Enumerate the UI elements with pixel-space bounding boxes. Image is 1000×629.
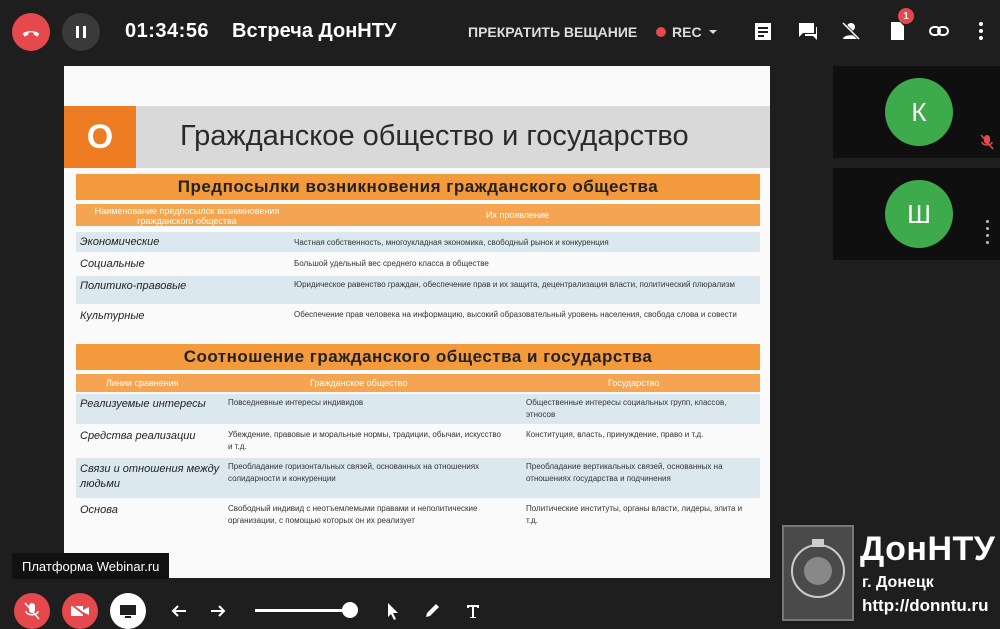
row-name: Связи и отношения между людьми: [80, 463, 220, 490]
pointer-icon: [388, 603, 398, 620]
more-icon: [979, 22, 983, 40]
row-text: Обеспечение прав человека на информацию,…: [294, 310, 737, 319]
arrow-right-icon: [211, 605, 226, 617]
row-name: Политико-правовые: [80, 280, 187, 292]
pause-button[interactable]: [62, 13, 100, 51]
chat-button[interactable]: [795, 18, 821, 44]
volume-slider-track[interactable]: [255, 609, 351, 612]
tile-scroll-indicator[interactable]: [986, 216, 990, 248]
pen-tool-button[interactable]: [421, 600, 443, 622]
section2-col2-label: Гражданское общество: [310, 378, 408, 388]
row-name: Экономические: [80, 236, 160, 248]
participants-button[interactable]: [838, 18, 864, 44]
link-icon: [929, 26, 949, 36]
notes-button[interactable]: [750, 18, 776, 44]
section2-heading: Соотношение гражданского общества и госу…: [76, 344, 760, 370]
section2-col1-label: Линии сравнения: [106, 378, 179, 388]
row-name: Культурные: [80, 310, 145, 322]
screen-share-icon: [120, 605, 136, 618]
row-state: Преобладание вертикальных связей, основа…: [526, 462, 723, 483]
rec-indicator: [656, 27, 666, 37]
participant-tile[interactable]: К: [833, 66, 1000, 158]
chevron-down-icon: [708, 30, 717, 34]
meeting-title: Встреча ДонНТУ: [232, 20, 397, 42]
logo-city: г. Донецк: [862, 574, 934, 591]
slide-letter-badge: O: [64, 106, 136, 168]
previous-slide-button[interactable]: [168, 600, 190, 622]
presentation-slide: O Гражданское общество и государство Пре…: [64, 66, 770, 578]
row-state: Конституция, власть, принуждение, право …: [526, 430, 704, 439]
section1-col1-label: Наименование предпосылок возникновения г…: [94, 206, 280, 226]
row-civil: Преобладание горизонтальных связей, осно…: [228, 462, 480, 483]
section2-col3-label: Государство: [608, 378, 660, 388]
table-row: Основа Свободный индивид с неотъемлемыми…: [76, 500, 760, 544]
row-text: Большой удельный вес среднего класса в о…: [294, 259, 489, 268]
logo-url: http://donntu.ru: [862, 596, 989, 615]
more-button[interactable]: [968, 18, 994, 44]
section1-column-header: Наименование предпосылок возникновения г…: [76, 204, 760, 226]
rec-dropdown[interactable]: REC: [656, 24, 718, 40]
university-seal-logo: [782, 525, 854, 621]
table-row: Социальные Большой удельный вес среднего…: [76, 254, 760, 274]
next-slide-button[interactable]: [207, 600, 229, 622]
pause-icon: [76, 26, 86, 38]
table-row: Политико-правовые Юридическое равенство …: [76, 276, 760, 304]
call-timer: 01:34:56: [125, 20, 210, 42]
camera-off-icon: [70, 603, 90, 619]
table-row: Средства реализации Убеждение, правовые …: [76, 426, 760, 456]
row-civil: Повседневные интересы индивидов: [228, 398, 364, 407]
text-tool-button[interactable]: [462, 600, 484, 622]
table-row: Реализуемые интересы Повседневные интере…: [76, 394, 760, 424]
avatar: К: [885, 78, 953, 146]
arrow-left-icon: [171, 605, 186, 617]
section2-column-header: Линии сравнения Гражданское общество Гос…: [76, 374, 760, 392]
chat-icon: [799, 23, 817, 40]
table-row: Экономические Частная собственность, мно…: [76, 232, 760, 252]
mic-off-icon: [980, 134, 994, 150]
row-name: Реализуемые интересы: [80, 398, 206, 410]
pointer-tool-button[interactable]: [382, 600, 404, 622]
row-civil: Убеждение, правовые и моральные нормы, т…: [228, 430, 501, 451]
logo-name: ДонНТУ: [860, 530, 996, 568]
mic-off-icon: [24, 602, 40, 620]
row-name: Социальные: [80, 258, 145, 270]
section1-heading: Предпосылки возникновения гражданского о…: [76, 174, 760, 200]
notes-icon: [755, 23, 771, 40]
row-text: Частная собственность, многоукладная эко…: [294, 238, 609, 247]
row-name: Средства реализации: [80, 430, 196, 442]
top-bar: 01:34:56 Встреча ДонНТУ ПРЕКРАТИТЬ ВЕЩАН…: [0, 0, 1000, 64]
row-civil: Свободный индивид с неотъемлемыми правам…: [228, 504, 478, 525]
participants-icon: [841, 21, 861, 41]
rec-label: REC: [672, 24, 702, 40]
pen-icon: [426, 604, 439, 617]
copy-link-button[interactable]: [926, 18, 952, 44]
text-icon: [467, 605, 479, 618]
avatar: Ш: [885, 180, 953, 248]
row-name: Основа: [80, 504, 118, 516]
platform-label: Платформа Webinar.ru: [12, 553, 170, 579]
stop-broadcast-button[interactable]: ПРЕКРАТИТЬ ВЕЩАНИЕ: [468, 24, 637, 40]
row-state: Общественные интересы социальных групп, …: [526, 398, 727, 419]
end-call-button[interactable]: [12, 13, 50, 51]
row-text: Юридическое равенство граждан, обеспечен…: [294, 280, 735, 289]
volume-slider-handle[interactable]: [342, 602, 358, 618]
phone-end-icon: [22, 31, 40, 37]
table-row: Связи и отношения между людьми Преоблада…: [76, 458, 760, 498]
section1-col2-label: Их проявление: [486, 210, 550, 220]
notification-badge: 1: [898, 8, 914, 24]
table-row: Культурные Обеспечение прав человека на …: [76, 306, 760, 334]
slide-title: Гражданское общество и государство: [180, 120, 689, 152]
participant-tile[interactable]: Ш: [833, 168, 1000, 260]
row-state: Политические институты, органы власти, л…: [526, 504, 743, 525]
